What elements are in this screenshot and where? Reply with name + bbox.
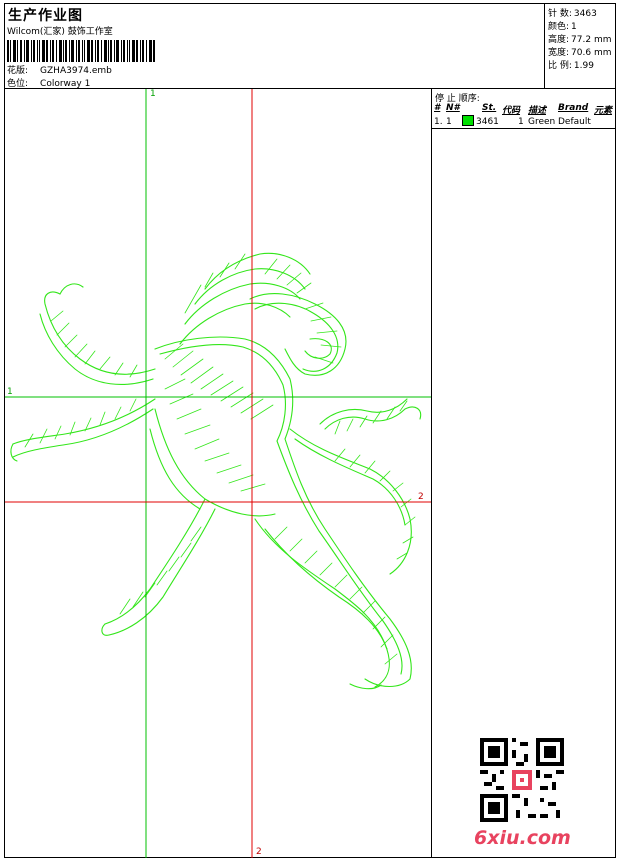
col-header-code: 代码 <box>502 106 521 116</box>
page-title: 生产作业图 <box>8 8 83 24</box>
stat-stitches: 针 数: 3463 <box>548 6 597 19</box>
guide-label-red-h: 2 <box>418 492 424 502</box>
design-file-label: 花版: <box>7 66 29 76</box>
colorway-row: 色位: Colorway 1 <box>7 76 90 89</box>
color-swatch <box>462 115 474 126</box>
design-file-row: 花版: GZHA3974.emb <box>7 63 112 76</box>
lion-embroidery <box>5 89 431 858</box>
stat-label: 颜色: <box>548 22 570 32</box>
qr-code <box>480 738 564 822</box>
stat-label: 宽度: <box>548 48 570 58</box>
col-header-element: 元素 <box>594 106 613 116</box>
colorway-value: Colorway 1 <box>40 79 91 89</box>
stat-value: 1.99 <box>573 61 594 71</box>
row-description: Green <box>528 117 556 127</box>
stat-value: 3463 <box>573 9 597 19</box>
row-n: 1 <box>446 117 452 127</box>
stat-height: 高度: 77.2 mm <box>548 32 611 45</box>
design-canvas: 1 1 2 2 <box>5 89 431 858</box>
stat-label: 比 例: <box>548 61 572 71</box>
row-code: 1 <box>518 117 524 127</box>
studio-name: Wilcom(汇家) 鼓饰工作室 <box>7 27 113 37</box>
stats-panel: 针 数: 3463 颜色: 1 高度: 77.2 mm 宽度: 70.6 mm 比 例:… <box>544 3 616 89</box>
col-header-stitches: St. <box>482 103 497 113</box>
stat-colors: 颜色: 1 <box>548 19 577 32</box>
guide-label-red-v: 2 <box>256 847 262 857</box>
stat-value: 70.6 mm <box>571 48 612 58</box>
col-header-n: N# <box>446 103 460 113</box>
header-panel: 生产作业图 Wilcom(汇家) 鼓饰工作室 花版: GZHA3974.emb … <box>4 3 545 89</box>
row-stitches: 3461 <box>476 117 499 127</box>
guide-label-green-v: 1 <box>150 89 156 99</box>
design-file-value: GZHA3974.emb <box>40 66 112 76</box>
stop-sequence-panel: 停 止 顺序: # N# St. 代码 描述 Brand 元素 1. 1 346… <box>431 89 616 858</box>
col-header-brand: Brand <box>558 103 589 113</box>
stat-value: 1 <box>571 22 577 32</box>
watermark-logo: 6xiu.com <box>474 827 571 849</box>
stat-label: 针 数: <box>548 9 572 19</box>
guide-label-green-h: 1 <box>7 387 13 397</box>
stat-scale: 比 例: 1.99 <box>548 58 594 71</box>
stat-value: 77.2 mm <box>571 35 612 45</box>
row-index: 1. <box>434 117 443 127</box>
lion-stitch-group <box>10 252 422 690</box>
stat-width: 宽度: 70.6 mm <box>548 45 611 58</box>
col-header-description: 描述 <box>528 106 547 116</box>
stat-label: 高度: <box>548 35 570 45</box>
row-brand: Default <box>558 117 591 127</box>
legend-divider <box>432 128 616 129</box>
col-header-index: # <box>434 103 441 113</box>
barcode <box>7 40 155 62</box>
colorway-label: 色位: <box>7 79 29 89</box>
